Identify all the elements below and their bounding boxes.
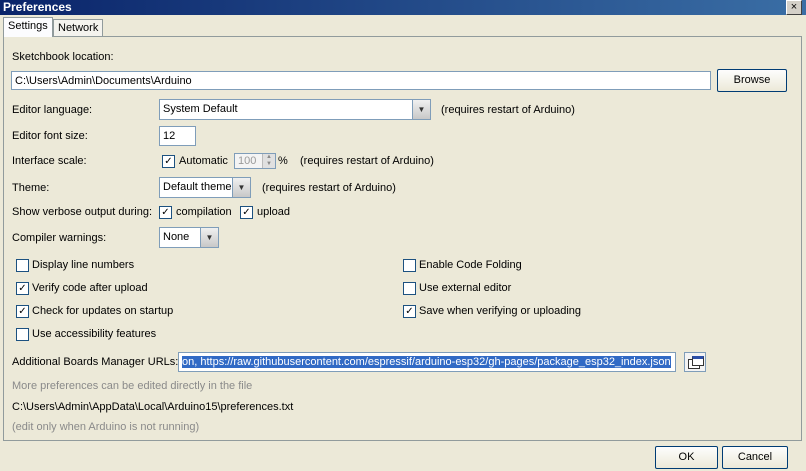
- ok-button[interactable]: OK: [655, 446, 718, 469]
- sketchbook-path-input[interactable]: C:\Users\Admin\Documents\Arduino: [11, 71, 711, 90]
- compilation-label: compilation: [176, 206, 232, 218]
- prefs-file-path: C:\Users\Admin\AppData\Local\Arduino15\p…: [12, 401, 294, 413]
- automatic-scale-label: Automatic: [179, 155, 228, 167]
- theme-label: Theme:: [12, 182, 50, 194]
- save-when-verifying-checkbox[interactable]: ✓: [403, 305, 416, 318]
- edit-note: (edit only when Arduino is not running): [12, 421, 200, 433]
- compilation-checkbox[interactable]: ✓: [159, 206, 172, 219]
- sketchbook-label: Sketchbook location:: [12, 51, 114, 63]
- code-folding-checkbox[interactable]: [403, 259, 416, 272]
- cancel-button[interactable]: Cancel: [722, 446, 788, 469]
- font-size-label: Editor font size:: [12, 130, 88, 142]
- automatic-scale-checkbox[interactable]: ✓: [162, 155, 175, 168]
- more-prefs-note: More preferences can be edited directly …: [12, 380, 253, 392]
- check-updates-label: Check for updates on startup: [32, 305, 174, 317]
- verify-after-upload-label: Verify code after upload: [32, 282, 148, 294]
- tab-settings[interactable]: Settings: [3, 17, 53, 37]
- window-icon: [692, 356, 704, 366]
- window-title: Preferences: [3, 0, 72, 14]
- scale-spinner[interactable]: 100 ▲ ▼: [234, 153, 276, 169]
- compiler-warnings-label: Compiler warnings:: [12, 232, 107, 244]
- editor-language-label: Editor language:: [12, 104, 93, 116]
- browse-button[interactable]: Browse: [717, 69, 787, 92]
- compiler-warnings-select[interactable]: None ▼: [159, 227, 219, 248]
- scale-restart-note: (requires restart of Arduino): [300, 155, 434, 167]
- title-bar: Preferences ×: [0, 0, 806, 15]
- external-editor-checkbox[interactable]: [403, 282, 416, 295]
- upload-checkbox[interactable]: ✓: [240, 206, 253, 219]
- display-line-numbers-checkbox[interactable]: [16, 259, 29, 272]
- font-size-input[interactable]: 12: [159, 126, 196, 146]
- display-line-numbers-label: Display line numbers: [32, 259, 135, 271]
- tab-network[interactable]: Network: [53, 19, 104, 36]
- check-updates-checkbox[interactable]: ✓: [16, 305, 29, 318]
- accessibility-checkbox[interactable]: [16, 328, 29, 341]
- boards-urls-input[interactable]: on, https://raw.githubusercontent.com/es…: [178, 352, 676, 372]
- boards-urls-label: Additional Boards Manager URLs:: [12, 356, 179, 368]
- dropdown-arrow-icon[interactable]: ▼: [200, 228, 218, 247]
- spin-up-icon[interactable]: ▲: [262, 154, 275, 161]
- dropdown-arrow-icon[interactable]: ▼: [412, 100, 430, 119]
- theme-select[interactable]: Default theme ▼: [159, 177, 251, 198]
- upload-label: upload: [257, 206, 291, 218]
- language-restart-note: (requires restart of Arduino): [441, 104, 575, 116]
- save-when-verifying-label: Save when verifying or uploading: [419, 305, 582, 317]
- close-button[interactable]: ×: [786, 0, 802, 15]
- external-editor-label: Use external editor: [419, 282, 512, 294]
- boards-urls-edit-button[interactable]: [684, 352, 706, 372]
- spin-down-icon[interactable]: ▼: [262, 161, 275, 168]
- verbose-label: Show verbose output during:: [12, 206, 153, 218]
- verify-after-upload-checkbox[interactable]: ✓: [16, 282, 29, 295]
- editor-language-select[interactable]: System Default ▼: [159, 99, 431, 120]
- dropdown-arrow-icon[interactable]: ▼: [232, 178, 250, 197]
- accessibility-label: Use accessibility features: [32, 328, 157, 340]
- scale-unit: %: [278, 155, 288, 167]
- theme-restart-note: (requires restart of Arduino): [262, 182, 396, 194]
- code-folding-label: Enable Code Folding: [419, 259, 522, 271]
- interface-scale-label: Interface scale:: [12, 155, 87, 167]
